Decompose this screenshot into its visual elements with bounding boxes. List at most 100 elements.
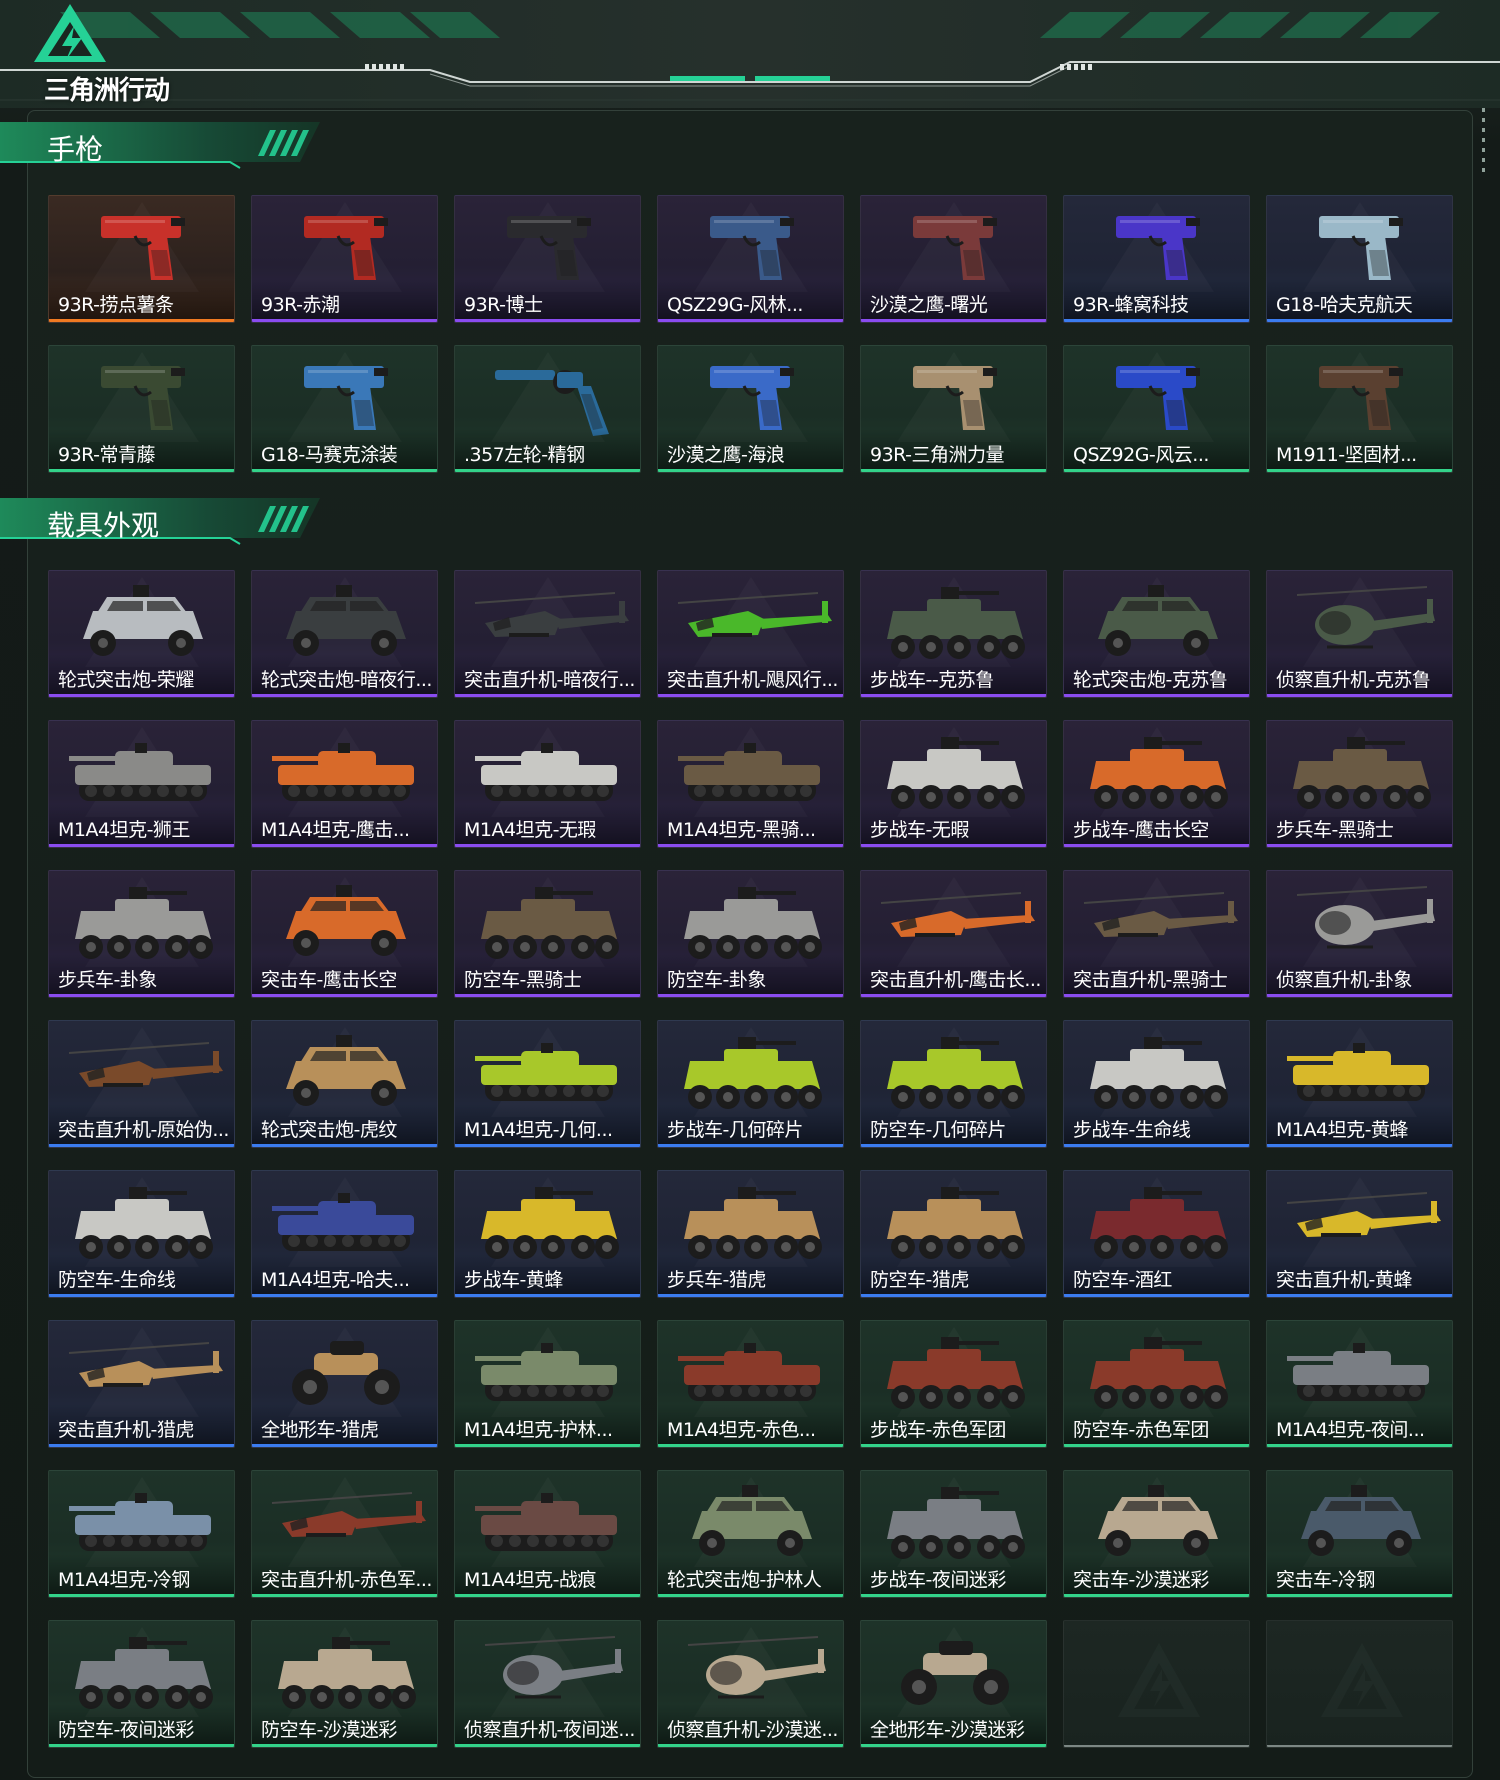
skin-card[interactable]: 防空车-酒红 — [1063, 1170, 1250, 1298]
tank-skin-thumbnail-icon — [1287, 1043, 1429, 1101]
skin-card[interactable]: 侦察直升机-克苏鲁 — [1266, 570, 1453, 698]
skin-card[interactable]: M1A4坦克-赤色... — [657, 1320, 844, 1448]
rarity-bar — [252, 1594, 437, 1597]
skin-card[interactable]: 防空车-猎虎 — [860, 1170, 1047, 1298]
skin-card[interactable]: 突击直升机-飓风行... — [657, 570, 844, 698]
skin-name: 侦察直升机-沙漠迷... — [667, 1719, 838, 1741]
skin-name: M1911-坚固材... — [1276, 444, 1417, 466]
tank-skin-thumbnail-icon — [272, 1193, 414, 1251]
header-decoration — [0, 0, 1500, 108]
skin-card[interactable]: 突击直升机-鹰击长... — [860, 870, 1047, 998]
section-header-vehicles: 载具外观 — [0, 494, 335, 546]
skin-card[interactable]: 防空车-黑骑士 — [454, 870, 641, 998]
empty-skin-slot[interactable] — [1063, 1620, 1250, 1748]
skin-card[interactable]: 93R-蜂窝科技 — [1063, 195, 1250, 323]
skin-name: 防空车-赤色军团 — [1073, 1419, 1209, 1441]
skin-card[interactable]: 步战车-赤色军团 — [860, 1320, 1047, 1448]
skin-card[interactable]: 轮式突击炮-虎纹 — [251, 1020, 438, 1148]
tank-skin-thumbnail-icon — [475, 743, 617, 801]
skin-card[interactable]: 步战车-鹰击长空 — [1063, 720, 1250, 848]
skin-card[interactable]: 突击直升机-原始伪... — [48, 1020, 235, 1148]
skin-card[interactable]: 侦察直升机-夜间迷... — [454, 1620, 641, 1748]
tank-skin-thumbnail-icon — [678, 1343, 820, 1401]
skin-card[interactable]: 步战车-几何碎片 — [657, 1020, 844, 1148]
skin-card[interactable]: 突击直升机-黄蜂 — [1266, 1170, 1453, 1298]
skin-card[interactable]: 轮式突击炮-护林人 — [657, 1470, 844, 1598]
skin-card[interactable]: 突击车-沙漠迷彩 — [1063, 1470, 1250, 1598]
skin-card[interactable]: M1A4坦克-黑骑... — [657, 720, 844, 848]
skin-card[interactable]: 突击直升机-黑骑士 — [1063, 870, 1250, 998]
skin-card[interactable]: 突击直升机-赤色军... — [251, 1470, 438, 1598]
skin-card[interactable]: QSZ92G-风云... — [1063, 345, 1250, 473]
skin-card[interactable]: M1A4坦克-狮王 — [48, 720, 235, 848]
skin-card[interactable]: 步战车-夜间迷彩 — [860, 1470, 1047, 1598]
rarity-bar — [455, 1444, 640, 1447]
skin-card[interactable]: M1A4坦克-黄蜂 — [1266, 1020, 1453, 1148]
skin-card[interactable]: 93R-常青藤 — [48, 345, 235, 473]
skin-card[interactable]: 防空车-沙漠迷彩 — [251, 1620, 438, 1748]
skin-card[interactable]: M1A4坦克-无瑕 — [454, 720, 641, 848]
skin-card[interactable]: 突击直升机-暗夜行... — [454, 570, 641, 698]
rarity-bar — [49, 844, 234, 847]
skin-card[interactable]: M1A4坦克-护林... — [454, 1320, 641, 1448]
skin-card[interactable]: 突击车-冷钢 — [1266, 1470, 1453, 1598]
skin-name: M1A4坦克-赤色... — [667, 1419, 816, 1441]
skin-card[interactable]: 防空车-生命线 — [48, 1170, 235, 1298]
skin-card[interactable]: 突击车-鹰击长空 — [251, 870, 438, 998]
skin-card[interactable]: 全地形车-猎虎 — [251, 1320, 438, 1448]
skin-card[interactable]: 防空车-几何碎片 — [860, 1020, 1047, 1148]
skin-card[interactable]: M1A4坦克-冷钢 — [48, 1470, 235, 1598]
skin-name: 防空车-卦象 — [667, 969, 766, 991]
car-skin-thumbnail-icon — [1098, 1485, 1218, 1556]
skin-name: M1A4坦克-几何... — [464, 1119, 613, 1141]
skin-card[interactable]: 轮式突击炮-荣耀 — [48, 570, 235, 698]
skin-card[interactable]: 93R-赤潮 — [251, 195, 438, 323]
rarity-bar — [49, 1594, 234, 1597]
skin-card[interactable]: M1A4坦克-夜间... — [1266, 1320, 1453, 1448]
scrollbar-indicator[interactable] — [1482, 108, 1486, 180]
tank-skin-thumbnail-icon — [475, 1043, 617, 1101]
skin-card[interactable]: M1A4坦克-战痕 — [454, 1470, 641, 1598]
skin-card[interactable]: 步兵车-黑骑士 — [1266, 720, 1453, 848]
skin-name: 步兵车-卦象 — [58, 969, 157, 991]
skin-card[interactable]: 步兵车-卦象 — [48, 870, 235, 998]
skin-card[interactable]: .357左轮-精钢 — [454, 345, 641, 473]
skin-card[interactable]: M1A4坦克-鹰击... — [251, 720, 438, 848]
skin-card[interactable]: 沙漠之鹰-海浪 — [657, 345, 844, 473]
skin-card[interactable]: QSZ29G-风林... — [657, 195, 844, 323]
skin-card[interactable]: 轮式突击炮-克苏鲁 — [1063, 570, 1250, 698]
skin-card[interactable]: 步兵车-猎虎 — [657, 1170, 844, 1298]
skin-card[interactable]: 步战车--克苏鲁 — [860, 570, 1047, 698]
skin-card[interactable]: 步战车-生命线 — [1063, 1020, 1250, 1148]
skin-card[interactable]: G18-马赛克涂装 — [251, 345, 438, 473]
skin-card[interactable]: 93R-三角洲力量 — [860, 345, 1047, 473]
skin-card[interactable]: 轮式突击炮-暗夜行... — [251, 570, 438, 698]
apc-skin-thumbnail-icon — [887, 1187, 1025, 1259]
rarity-bar — [658, 1594, 843, 1597]
skin-card[interactable]: 防空车-夜间迷彩 — [48, 1620, 235, 1748]
skin-card[interactable]: 93R-博士 — [454, 195, 641, 323]
skin-card[interactable]: G18-哈夫克航天 — [1266, 195, 1453, 323]
rarity-bar — [455, 1594, 640, 1597]
skin-name: 防空车-夜间迷彩 — [58, 1719, 194, 1741]
skin-card[interactable]: 突击直升机-猎虎 — [48, 1320, 235, 1448]
heli-skin-thumbnail-icon — [677, 592, 832, 637]
skin-card[interactable]: 防空车-卦象 — [657, 870, 844, 998]
skin-card[interactable]: M1A4坦克-几何... — [454, 1020, 641, 1148]
skin-card[interactable]: 93R-捞点薯条 — [48, 195, 235, 323]
skin-card[interactable]: M1911-坚固材... — [1266, 345, 1453, 473]
skin-card[interactable]: 防空车-赤色军团 — [1063, 1320, 1250, 1448]
rarity-bar — [861, 1744, 1046, 1747]
skin-card[interactable]: 侦察直升机-卦象 — [1266, 870, 1453, 998]
skin-card[interactable]: 沙漠之鹰-曙光 — [860, 195, 1047, 323]
empty-skin-slot[interactable] — [1266, 1620, 1453, 1748]
car-skin-thumbnail-icon — [1301, 1485, 1421, 1556]
skin-card[interactable]: 步战车-无暇 — [860, 720, 1047, 848]
skin-card[interactable]: 全地形车-沙漠迷彩 — [860, 1620, 1047, 1748]
skin-name: 侦察直升机-克苏鲁 — [1276, 669, 1431, 691]
skin-name: 侦察直升机-夜间迷... — [464, 1719, 635, 1741]
skin-card[interactable]: 侦察直升机-沙漠迷... — [657, 1620, 844, 1748]
skin-card[interactable]: 步战车-黄蜂 — [454, 1170, 641, 1298]
skin-card[interactable]: M1A4坦克-哈夫... — [251, 1170, 438, 1298]
heli-skin-thumbnail-icon — [68, 1342, 223, 1387]
